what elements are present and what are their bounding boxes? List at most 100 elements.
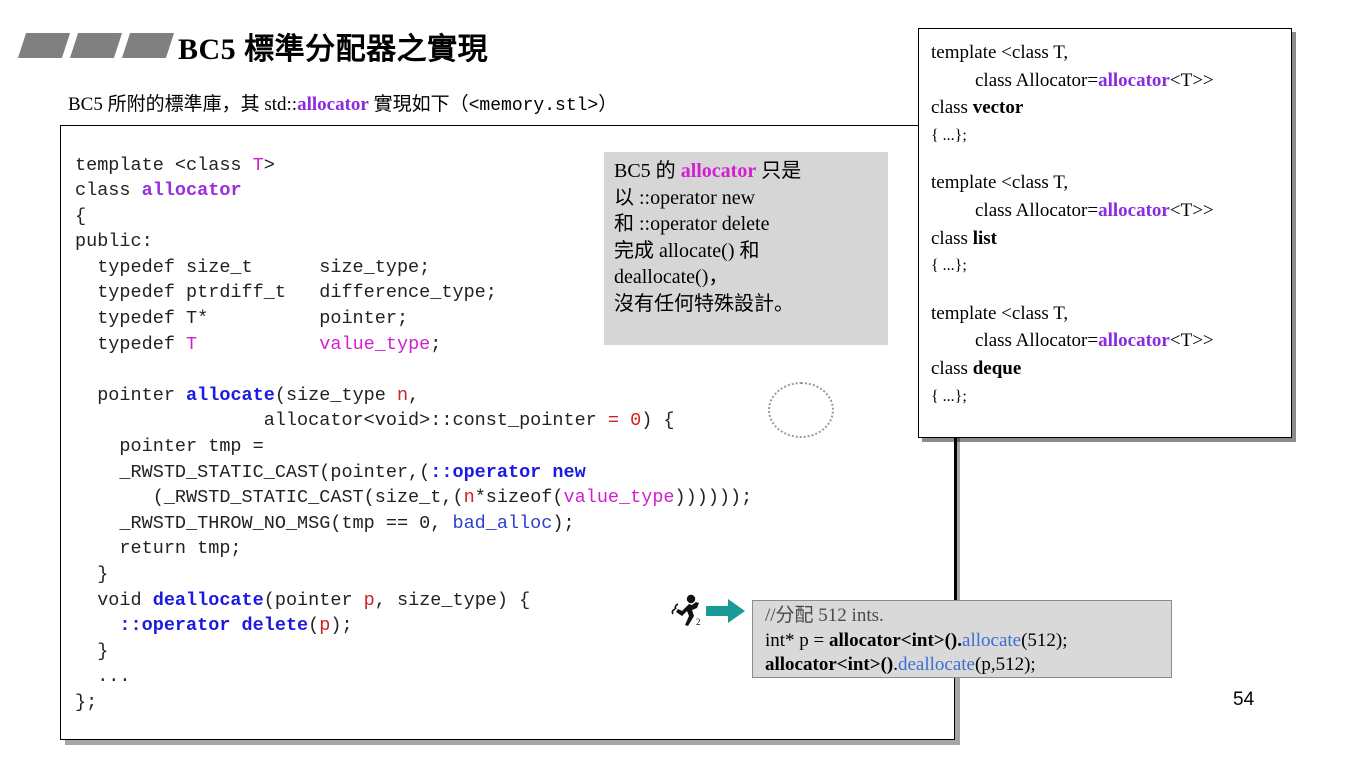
allocator-default-line: class Allocator=allocator<T>>	[931, 197, 1291, 225]
subtitle-part-2: 實現如下（	[368, 94, 469, 115]
subtitle: BC5 所附的標準庫，其 std::allocator 實現如下（<memory…	[68, 89, 617, 116]
subtitle-part-1: BC5 所附的標準庫，其 std::	[68, 94, 298, 115]
code-line: return tmp;	[75, 538, 242, 560]
right-arrow-icon	[706, 599, 745, 623]
code-token-default-zero: = 0	[607, 410, 642, 432]
allocator-default-suffix: <T>>	[1169, 330, 1214, 352]
code-token-value-type: value_type	[319, 333, 431, 355]
page-title: BC5 標準分配器之實現	[178, 33, 489, 66]
code-line: class allocator	[75, 180, 242, 202]
template-line: template <class T,	[931, 302, 1069, 324]
container-declaration-vector: template <class T, class Allocator=alloc…	[931, 39, 1291, 149]
code-line: void deallocate(pointer p, size_type) {	[75, 589, 531, 611]
title-bullet-decoration	[17, 33, 175, 59]
usage-allocate-args: (512);	[1021, 629, 1068, 651]
code-token-type-T: T	[252, 154, 264, 176]
code-token-operator-new: ::operator new	[430, 461, 586, 483]
code-line: };	[75, 691, 98, 713]
bullet-parallelogram-1	[17, 33, 71, 58]
allocator-keyword: allocator	[1098, 199, 1170, 221]
code-token-bad-alloc: bad_alloc	[452, 512, 553, 534]
page-number: 54	[1233, 689, 1255, 710]
code-token-p: p	[319, 615, 331, 637]
allocator-default-prefix: class Allocator=	[975, 330, 1099, 352]
usage-allocator-instance: allocator<int>()	[829, 629, 958, 651]
callout-line-4: 完成 allocate() 和	[614, 239, 760, 262]
allocator-default-suffix: <T>>	[1169, 69, 1214, 91]
running-person-icon: 2	[671, 594, 701, 627]
class-body-line: { ...};	[931, 387, 967, 405]
code-line: _RWSTD_STATIC_CAST(pointer,(::operator n…	[75, 461, 586, 483]
usage-example-box: //分配 512 ints. int* p = allocator<int>()…	[752, 600, 1172, 678]
callout-line-1: BC5 的 allocator 只是	[614, 158, 878, 185]
bullet-parallelogram-3	[121, 33, 175, 58]
class-body-line: { ...};	[931, 126, 967, 144]
allocator-keyword: allocator	[1098, 69, 1170, 91]
usage-deallocate-args: (p,512);	[975, 654, 1036, 675]
class-line: class list	[931, 225, 1291, 253]
code-token-class-allocator: allocator	[141, 180, 242, 202]
allocator-default-prefix: class Allocator=	[975, 199, 1099, 221]
container-declaration-deque: template <class T, class Allocator=alloc…	[931, 300, 1291, 410]
code-line: {	[75, 205, 87, 227]
usage-line-deallocate: allocator<int>().deallocate(p,512);	[765, 653, 1171, 678]
code-token-type-T: T	[186, 333, 198, 355]
code-line: ...	[75, 666, 131, 688]
callout-line-5: deallocate()，	[614, 266, 729, 288]
code-token-deallocate: deallocate	[152, 589, 264, 611]
code-line: ::operator delete(p);	[119, 615, 353, 637]
bullet-parallelogram-2	[69, 33, 123, 58]
callout-allocator-keyword: allocator	[680, 160, 757, 182]
svg-text:2: 2	[696, 617, 701, 627]
code-line: typedef T value_type;	[75, 333, 442, 355]
code-line: _RWSTD_THROW_NO_MSG(tmp == 0, bad_alloc)…	[75, 512, 575, 534]
allocator-default-prefix: class Allocator=	[975, 69, 1099, 91]
class-keyword: class	[931, 97, 973, 119]
code-line: template <class T>	[75, 154, 275, 176]
code-line: }	[75, 640, 109, 662]
connector-line	[954, 438, 957, 601]
allocator-default-suffix: <T>>	[1169, 199, 1214, 221]
code-token-value-type: value_type	[563, 487, 675, 509]
class-name: list	[972, 227, 997, 249]
class-line: class deque	[931, 355, 1291, 383]
class-line: class vector	[931, 94, 1291, 122]
stl-containers-panel: template <class T, class Allocator=alloc…	[918, 28, 1292, 438]
callout-text: 只是	[756, 160, 802, 182]
container-declaration-list: template <class T, class Allocator=alloc…	[931, 169, 1291, 279]
usage-allocator-instance: allocator<int>()	[765, 654, 894, 675]
callout-text: BC5 的	[614, 160, 681, 182]
code-line: pointer tmp =	[75, 436, 264, 458]
class-name: vector	[972, 97, 1024, 119]
explanation-callout: BC5 的 allocator 只是 以 ::operator new 和 ::…	[604, 152, 888, 345]
template-line: template <class T,	[931, 42, 1069, 63]
code-token-n: n	[463, 487, 475, 509]
usage-decl-prefix: int* p =	[765, 629, 830, 651]
usage-deallocate-method: deallocate	[897, 654, 975, 675]
class-name: deque	[972, 357, 1022, 379]
code-line: allocator<void>::const_pointer = 0) {	[75, 410, 675, 432]
code-line: typedef ptrdiff_t difference_type;	[75, 282, 497, 304]
callout-line-6: 沒有任何特殊設計。	[614, 292, 794, 315]
class-keyword: class	[931, 227, 973, 249]
callout-line-3: 和 ::operator delete	[614, 213, 770, 235]
usage-allocate-method: allocate	[962, 629, 1022, 651]
code-line: }	[75, 564, 109, 585]
code-token-operator-delete: ::operator delete	[119, 615, 309, 637]
code-token-p: p	[363, 589, 375, 611]
code-line: (_RWSTD_STATIC_CAST(size_t,(n*sizeof(val…	[75, 487, 753, 509]
code-line: typedef T* pointer;	[75, 308, 409, 330]
subtitle-header-name: <memory.stl>	[468, 96, 599, 116]
template-line: template <class T,	[931, 172, 1069, 194]
callout-line-2: 以 ::operator new	[614, 186, 756, 209]
code-line: pointer allocate(size_type n,	[75, 384, 420, 406]
subtitle-part-3: ）	[598, 94, 618, 115]
code-line: typedef size_t size_type;	[75, 256, 431, 278]
code-line: public:	[75, 231, 153, 253]
allocator-keyword: allocator	[1098, 330, 1170, 352]
subtitle-allocator-keyword: allocator	[297, 94, 369, 115]
class-keyword: class	[931, 357, 973, 379]
code-token-n: n	[396, 384, 409, 406]
allocator-default-line: class Allocator=allocator<T>>	[931, 327, 1291, 355]
class-body-line: { ...};	[931, 257, 967, 275]
